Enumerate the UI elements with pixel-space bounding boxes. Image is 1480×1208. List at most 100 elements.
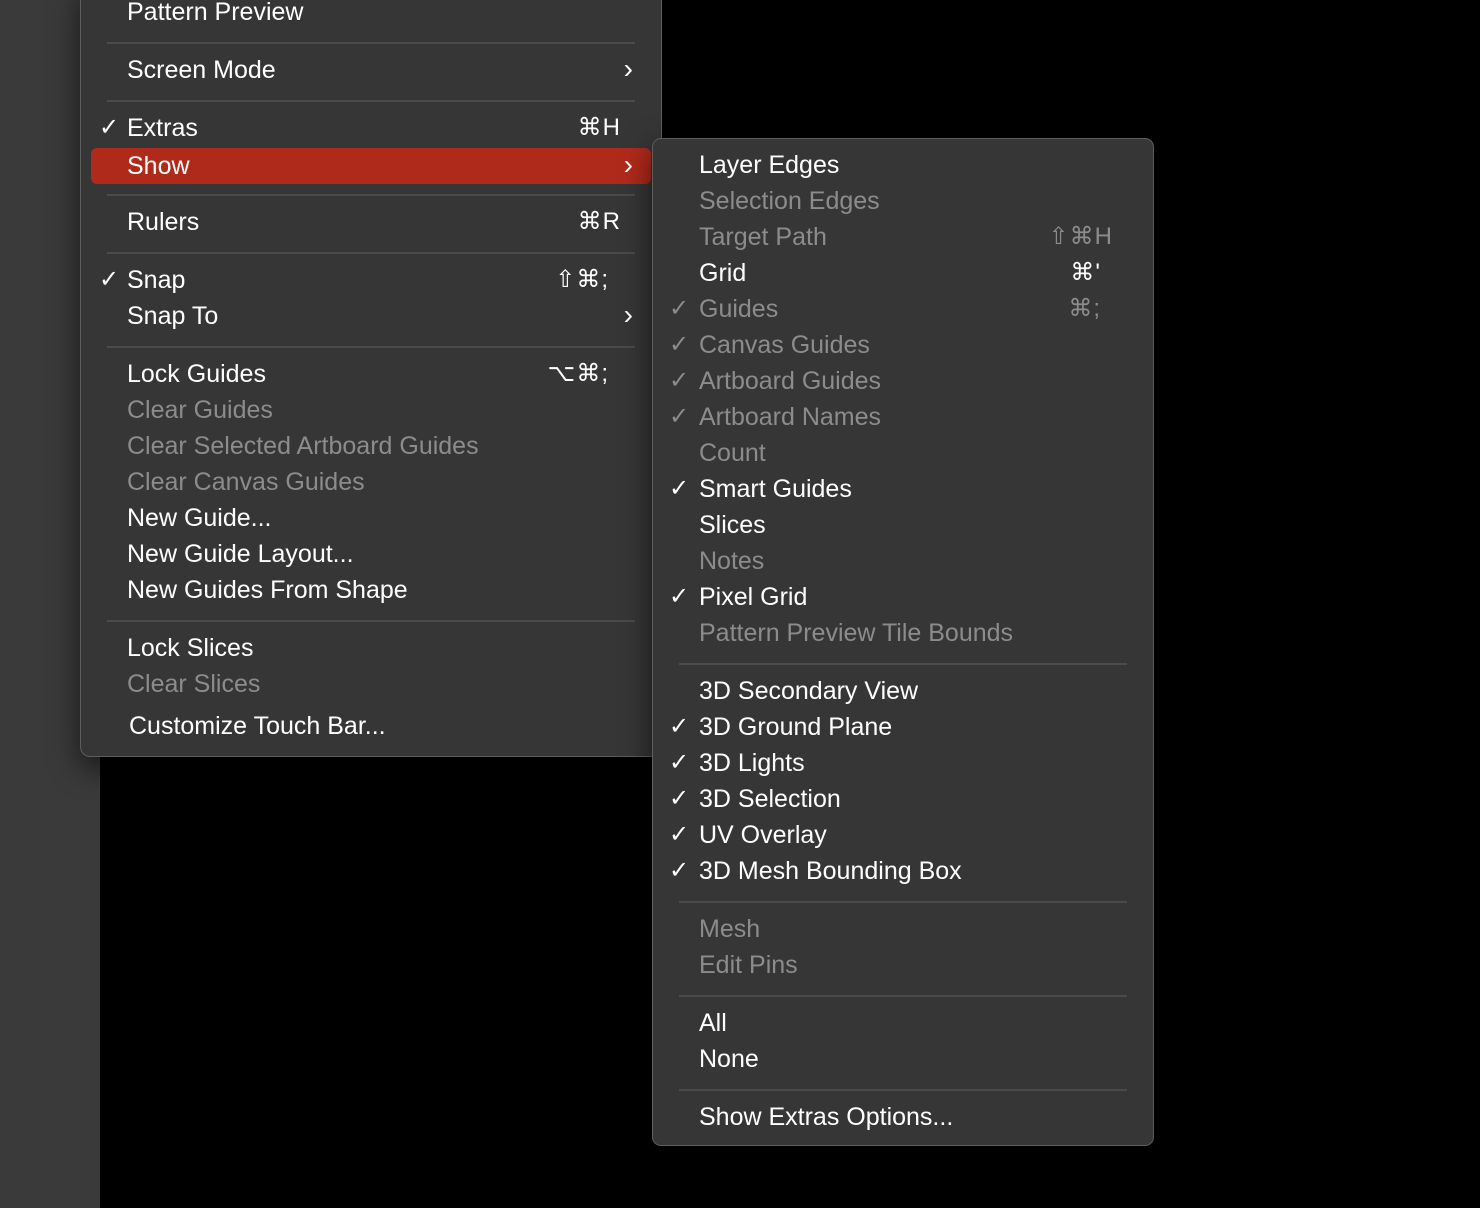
- menu-item-show[interactable]: Show ›: [91, 148, 651, 184]
- menu-item-label: Clear Slices: [127, 670, 261, 698]
- menu-item-label: Mesh: [699, 915, 761, 943]
- view-menu: Pattern Preview Screen Mode › ✓ Extras ⌘…: [80, 0, 662, 757]
- menu-item-label: 3D Secondary View: [699, 677, 919, 705]
- menu-item-label: Show Extras Options...: [699, 1103, 954, 1131]
- chevron-right-icon: ›: [623, 53, 633, 84]
- menu-separator: [679, 663, 1127, 665]
- menu-separator: [679, 901, 1127, 903]
- menu-item-label: Slices: [699, 511, 766, 539]
- checkmark-icon: ✓: [668, 749, 690, 776]
- menu-item-clear-selected-artboard-guides[interactable]: Clear Selected Artboard Guides: [81, 428, 661, 464]
- submenu-item-notes[interactable]: Notes: [653, 543, 1153, 579]
- submenu-item-smart-guides[interactable]: ✓ Smart Guides: [653, 471, 1153, 507]
- submenu-item-artboard-names[interactable]: ✓ Artboard Names: [653, 399, 1153, 435]
- menu-item-label: Selection Edges: [699, 187, 880, 215]
- submenu-item-grid[interactable]: Grid ⌘': [653, 255, 1153, 291]
- menu-item-label: Pattern Preview Tile Bounds: [699, 619, 1014, 647]
- checkmark-icon: ✓: [668, 367, 690, 394]
- menu-item-label: Clear Guides: [127, 396, 273, 424]
- menu-item-label: 3D Lights: [699, 749, 805, 777]
- menu-item-label: Target Path: [699, 223, 827, 251]
- checkmark-icon: ✓: [668, 583, 690, 610]
- menu-item-label: Pixel Grid: [699, 583, 808, 611]
- submenu-item-edit-pins[interactable]: Edit Pins: [653, 947, 1153, 983]
- menu-item-label: Snap: [127, 266, 186, 294]
- checkmark-icon: ✓: [98, 266, 120, 293]
- menu-item-pattern-preview[interactable]: Pattern Preview: [81, 0, 661, 30]
- menu-item-label: None: [699, 1045, 759, 1073]
- submenu-item-layer-edges[interactable]: Layer Edges: [653, 147, 1153, 183]
- chevron-right-icon: ›: [623, 299, 633, 330]
- menu-item-label: Notes: [699, 547, 765, 575]
- menu-item-new-guide[interactable]: New Guide...: [81, 500, 661, 536]
- submenu-item-all[interactable]: All: [653, 1005, 1153, 1041]
- menu-item-label: Show: [127, 152, 190, 180]
- menu-item-label: Customize Touch Bar...: [129, 712, 386, 740]
- menu-item-label: New Guide...: [127, 504, 272, 532]
- submenu-item-3d-selection[interactable]: ✓ 3D Selection: [653, 781, 1153, 817]
- submenu-item-uv-overlay[interactable]: ✓ UV Overlay: [653, 817, 1153, 853]
- menu-separator: [679, 995, 1127, 997]
- menu-item-label: Count: [699, 439, 766, 467]
- menu-item-lock-guides[interactable]: Lock Guides ⌥⌘;: [81, 356, 661, 392]
- menu-item-label: Guides: [699, 295, 779, 323]
- submenu-item-slices[interactable]: Slices: [653, 507, 1153, 543]
- menu-item-customize-touch-bar[interactable]: Customize Touch Bar...: [81, 708, 661, 744]
- menu-item-shortcut: ⌘;: [1068, 295, 1101, 322]
- submenu-item-guides[interactable]: ✓ Guides ⌘;: [653, 291, 1153, 327]
- menu-item-shortcut: ⌥⌘;: [547, 360, 609, 387]
- submenu-item-mesh[interactable]: Mesh: [653, 911, 1153, 947]
- menu-item-label: Lock Slices: [127, 634, 254, 662]
- menu-item-snap-to[interactable]: Snap To ›: [81, 298, 661, 334]
- submenu-item-3d-ground-plane[interactable]: ✓ 3D Ground Plane: [653, 709, 1153, 745]
- menu-item-clear-guides[interactable]: Clear Guides: [81, 392, 661, 428]
- menu-item-label: Grid: [699, 259, 747, 287]
- checkmark-icon: ✓: [668, 857, 690, 884]
- submenu-item-selection-edges[interactable]: Selection Edges: [653, 183, 1153, 219]
- menu-item-lock-slices[interactable]: Lock Slices: [81, 630, 661, 666]
- menu-item-label: Edit Pins: [699, 951, 798, 979]
- menu-separator: [679, 1089, 1127, 1091]
- submenu-item-count[interactable]: Count: [653, 435, 1153, 471]
- menu-item-label: 3D Selection: [699, 785, 841, 813]
- menu-item-label: Smart Guides: [699, 475, 852, 503]
- menu-item-rulers[interactable]: Rulers ⌘R: [81, 204, 661, 240]
- menu-item-new-guides-from-shape[interactable]: New Guides From Shape: [81, 572, 661, 608]
- menu-item-screen-mode[interactable]: Screen Mode ›: [81, 52, 661, 88]
- menu-item-extras[interactable]: ✓ Extras ⌘H: [81, 110, 661, 146]
- checkmark-icon: ✓: [668, 331, 690, 358]
- submenu-item-artboard-guides[interactable]: ✓ Artboard Guides: [653, 363, 1153, 399]
- menu-item-label: Screen Mode: [127, 56, 276, 84]
- menu-item-new-guide-layout[interactable]: New Guide Layout...: [81, 536, 661, 572]
- menu-item-label: Canvas Guides: [699, 331, 870, 359]
- submenu-item-pattern-preview-tile-bounds[interactable]: Pattern Preview Tile Bounds: [653, 615, 1153, 651]
- submenu-item-pixel-grid[interactable]: ✓ Pixel Grid: [653, 579, 1153, 615]
- submenu-item-3d-secondary-view[interactable]: 3D Secondary View: [653, 673, 1153, 709]
- menu-item-shortcut: ⇧⌘H: [1048, 223, 1113, 250]
- menu-item-snap[interactable]: ✓ Snap ⇧⌘;: [81, 262, 661, 298]
- menu-item-label: Layer Edges: [699, 151, 840, 179]
- menu-item-label: Clear Canvas Guides: [127, 468, 365, 496]
- checkmark-icon: ✓: [98, 114, 120, 141]
- checkmark-icon: ✓: [668, 403, 690, 430]
- menu-separator: [107, 100, 635, 102]
- menu-item-label: All: [699, 1009, 727, 1037]
- menu-item-clear-canvas-guides[interactable]: Clear Canvas Guides: [81, 464, 661, 500]
- menu-separator: [107, 42, 635, 44]
- submenu-item-canvas-guides[interactable]: ✓ Canvas Guides: [653, 327, 1153, 363]
- menu-item-label: 3D Ground Plane: [699, 713, 893, 741]
- submenu-item-target-path[interactable]: Target Path ⇧⌘H: [653, 219, 1153, 255]
- menu-item-label: Clear Selected Artboard Guides: [127, 432, 479, 460]
- menu-item-clear-slices[interactable]: Clear Slices: [81, 666, 661, 702]
- submenu-item-3d-mesh-bounding-box[interactable]: ✓ 3D Mesh Bounding Box: [653, 853, 1153, 889]
- menu-item-shortcut: ⌘': [1070, 259, 1101, 286]
- menu-item-label: New Guides From Shape: [127, 576, 408, 604]
- menu-item-label: New Guide Layout...: [127, 540, 354, 568]
- submenu-item-show-extras-options[interactable]: Show Extras Options...: [653, 1099, 1153, 1135]
- checkmark-icon: ✓: [668, 785, 690, 812]
- submenu-item-3d-lights[interactable]: ✓ 3D Lights: [653, 745, 1153, 781]
- submenu-item-none[interactable]: None: [653, 1041, 1153, 1077]
- menu-item-label: Extras: [127, 114, 198, 142]
- menu-separator: [107, 252, 635, 254]
- menu-item-shortcut: ⇧⌘;: [555, 266, 609, 293]
